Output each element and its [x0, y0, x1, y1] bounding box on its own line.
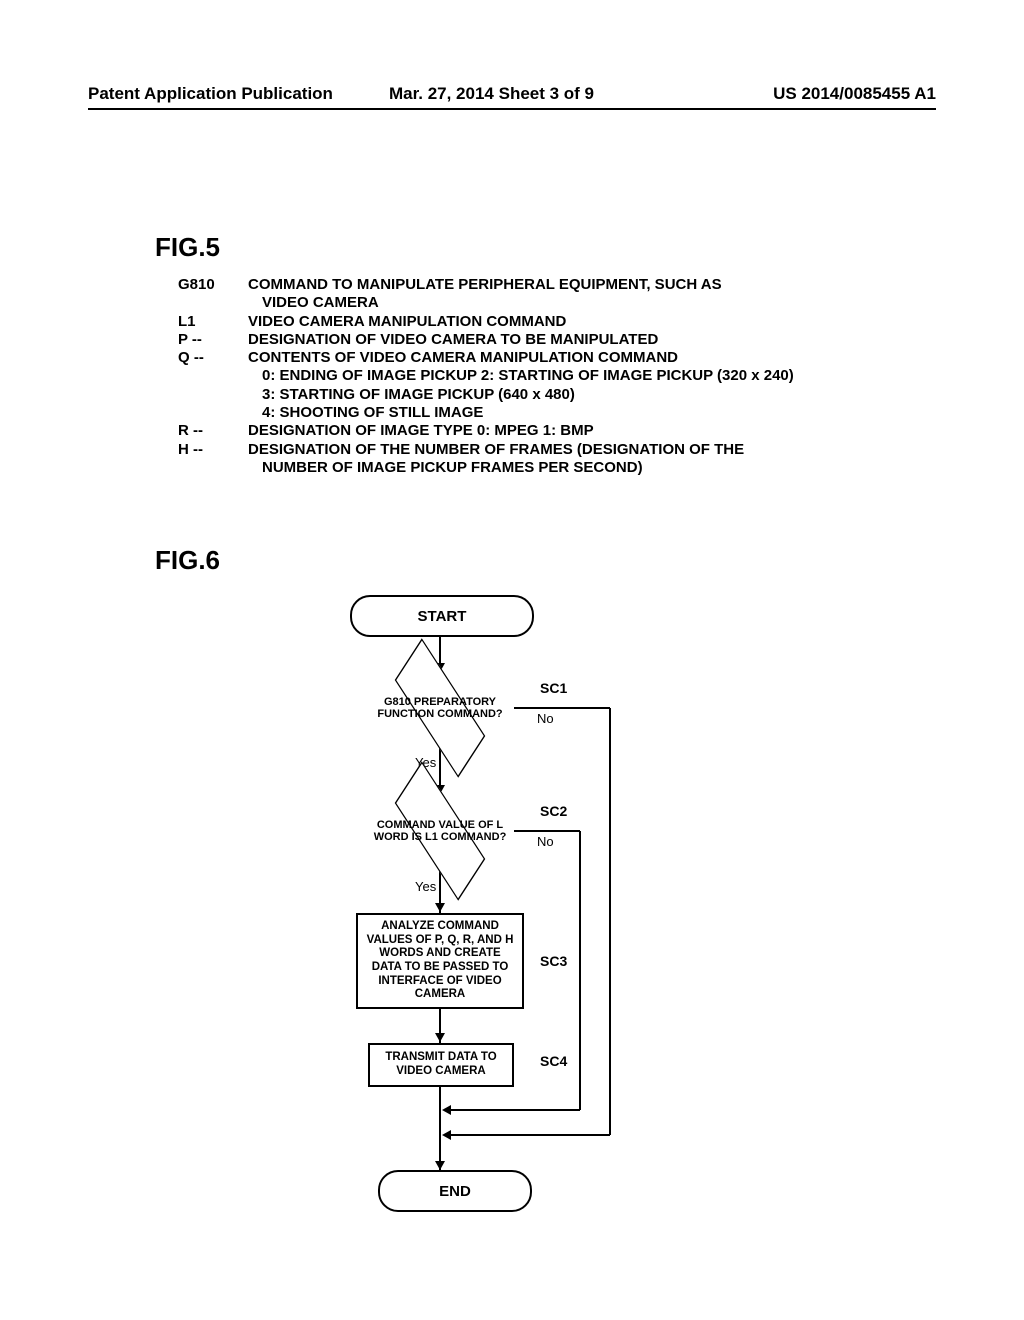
flow-start: START — [350, 595, 534, 637]
flow-end: END — [378, 1170, 532, 1212]
sc3-label: SC3 — [540, 953, 567, 969]
cmd-row: P -- DESIGNATION OF VIDEO CAMERA TO BE M… — [178, 331, 794, 349]
flow-decision-sc1: G810 PREPARATORY FUNCTION COMMAND? — [365, 670, 515, 746]
cmd-row: R -- DESIGNATION OF IMAGE TYPE 0: MPEG 1… — [178, 422, 794, 440]
yes-label: Yes — [415, 879, 436, 894]
cmd-code: Q -- — [178, 349, 248, 422]
arrow-icon — [435, 1033, 445, 1042]
cmd-row: H -- DESIGNATION OF THE NUMBER OF FRAMES… — [178, 441, 794, 478]
fig5-label: FIG.5 — [155, 232, 220, 263]
flow-process-sc4: TRANSMIT DATA TO VIDEO CAMERA — [368, 1043, 514, 1087]
sc2-label: SC2 — [540, 803, 567, 819]
cmd-row: L1 VIDEO CAMERA MANIPULATION COMMAND — [178, 313, 794, 331]
cmd-desc: DESIGNATION OF THE NUMBER OF FRAMES (DES… — [248, 441, 744, 478]
cmd-row: G810 COMMAND TO MANIPULATE PERIPHERAL EQ… — [178, 276, 794, 313]
fig6-label: FIG.6 — [155, 545, 220, 576]
header-rule — [88, 108, 936, 110]
header-mid: Mar. 27, 2014 Sheet 3 of 9 — [389, 84, 594, 104]
arrow-icon — [435, 903, 445, 912]
header-left: Patent Application Publication — [88, 84, 333, 104]
arrow-icon — [442, 1105, 451, 1115]
flow-decision-sc2: COMMAND VALUE OF L WORD IS L1 COMMAND? — [365, 793, 515, 869]
no-label: No — [537, 711, 554, 726]
cmd-code: H -- — [178, 441, 248, 478]
cmd-desc: DESIGNATION OF IMAGE TYPE 0: MPEG 1: BMP — [248, 422, 594, 440]
cmd-desc: VIDEO CAMERA MANIPULATION COMMAND — [248, 313, 566, 331]
no-label: No — [537, 834, 554, 849]
cmd-desc: COMMAND TO MANIPULATE PERIPHERAL EQUIPME… — [248, 276, 722, 313]
flow-process-sc3: ANALYZE COMMAND VALUES OF P, Q, R, AND H… — [356, 913, 524, 1009]
cmd-desc: CONTENTS OF VIDEO CAMERA MANIPULATION CO… — [248, 349, 794, 422]
cmd-row: Q -- CONTENTS OF VIDEO CAMERA MANIPULATI… — [178, 349, 794, 422]
sc1-label: SC1 — [540, 680, 567, 696]
fig5-table: G810 COMMAND TO MANIPULATE PERIPHERAL EQ… — [178, 276, 794, 477]
cmd-code: R -- — [178, 422, 248, 440]
cmd-code: L1 — [178, 313, 248, 331]
fig6-flowchart: START G810 PREPARATORY FUNCTION COMMAND?… — [330, 595, 780, 1215]
sc4-label: SC4 — [540, 1053, 567, 1069]
patent-page: Patent Application Publication Mar. 27, … — [0, 0, 1024, 1320]
cmd-code: G810 — [178, 276, 248, 313]
cmd-desc: DESIGNATION OF VIDEO CAMERA TO BE MANIPU… — [248, 331, 658, 349]
cmd-code: P -- — [178, 331, 248, 349]
page-header: Patent Application Publication Mar. 27, … — [88, 84, 936, 104]
arrow-icon — [442, 1130, 451, 1140]
header-right: US 2014/0085455 A1 — [773, 84, 936, 104]
arrow-icon — [435, 1161, 445, 1170]
